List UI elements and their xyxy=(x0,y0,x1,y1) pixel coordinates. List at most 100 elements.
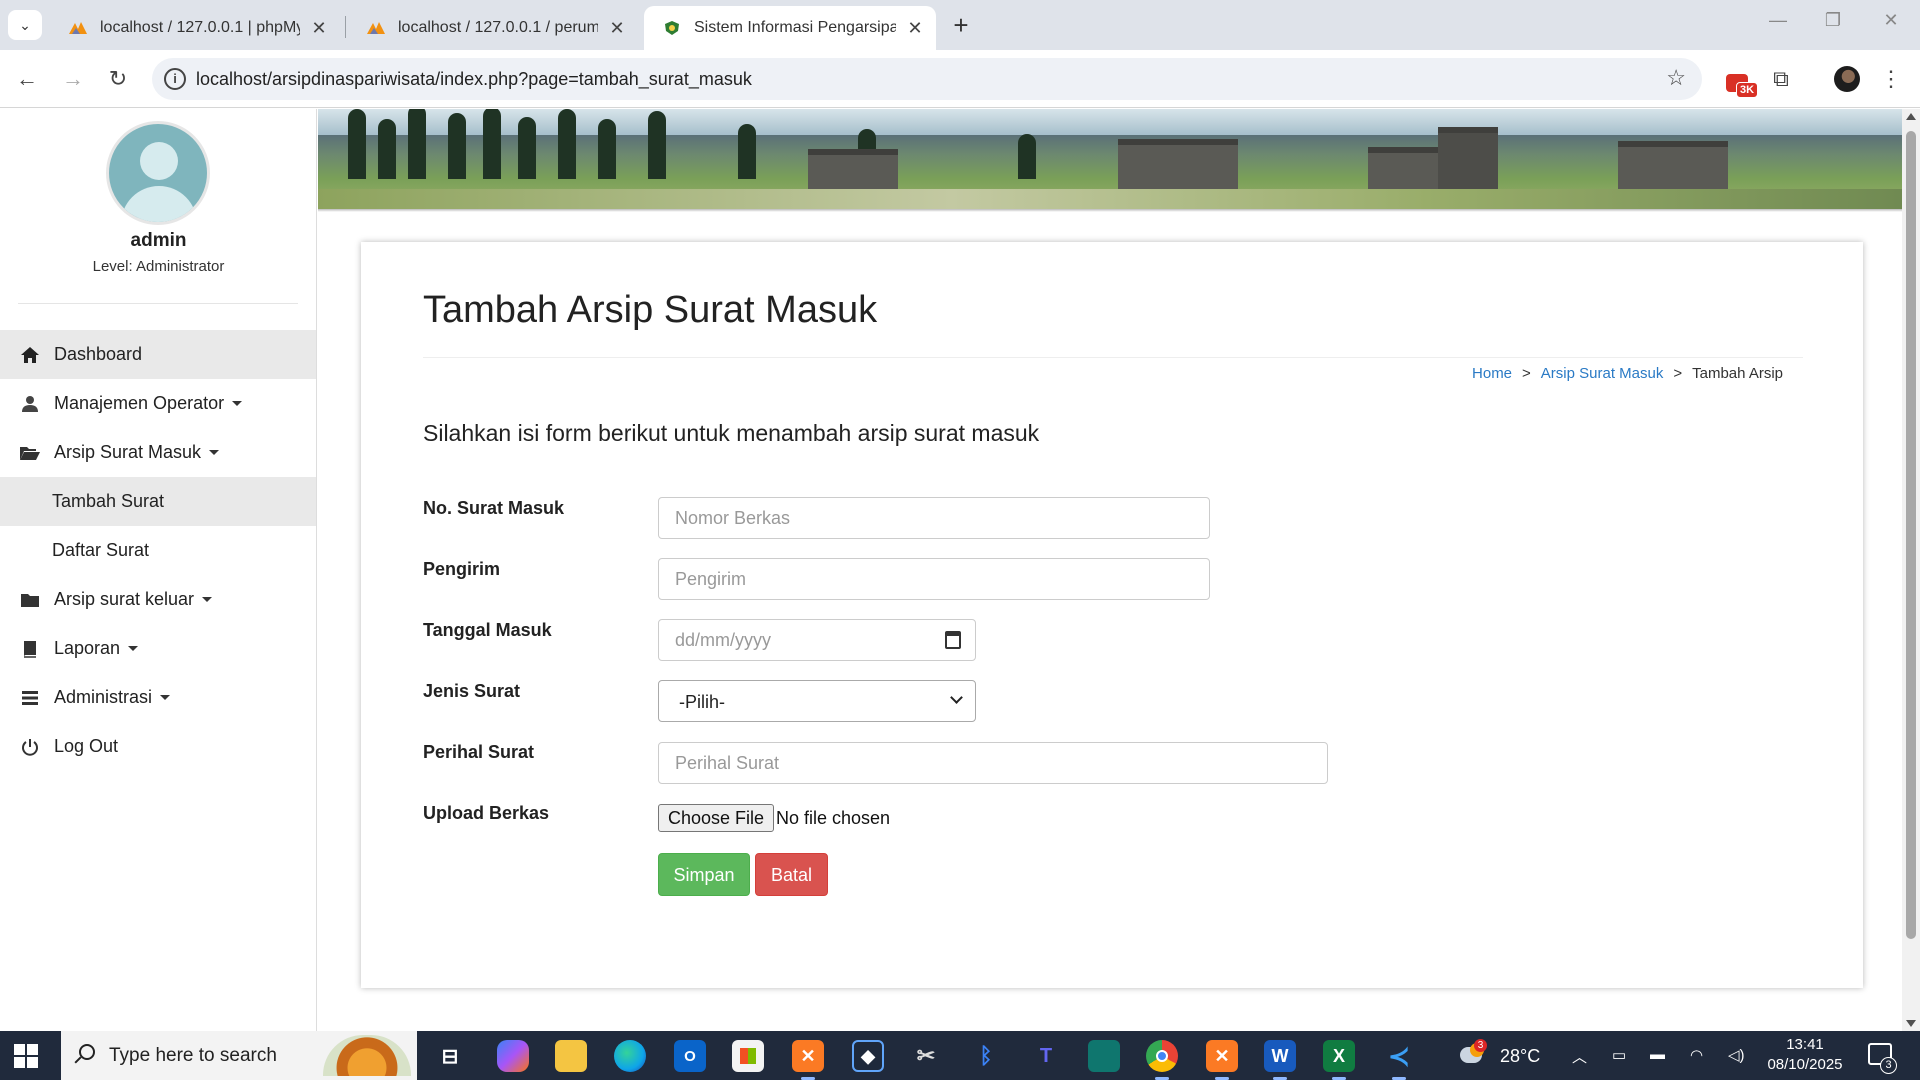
power-icon xyxy=(18,737,42,757)
store-icon[interactable] xyxy=(732,1040,764,1072)
site-emblem-icon xyxy=(665,21,679,35)
battery-icon[interactable]: ▬ xyxy=(1650,1046,1665,1063)
taskbar-clock[interactable]: 13:41 08/10/2025 xyxy=(1760,1035,1850,1075)
breadcrumb-arsip-link[interactable]: Arsip Surat Masuk xyxy=(1541,365,1664,382)
chevron-up-icon[interactable]: ︿ xyxy=(1572,1046,1587,1067)
user-icon xyxy=(18,394,42,414)
page-scrollbar[interactable] xyxy=(1902,109,1920,1031)
back-icon[interactable]: ← xyxy=(12,64,42,94)
notification-count: 3 xyxy=(1880,1057,1897,1074)
user-level: Level: Administrator xyxy=(92,258,225,275)
sidebar-item-manajemen-operator[interactable]: Manajemen Operator xyxy=(0,379,316,428)
address-bar[interactable]: i localhost/arsipdinaspariwisata/index.p… xyxy=(152,58,1702,100)
wifi-icon[interactable]: ◠ xyxy=(1690,1046,1703,1064)
app-icon[interactable] xyxy=(1088,1040,1120,1072)
cancel-button[interactable]: Batal xyxy=(755,853,828,896)
breadcrumb-home-link[interactable]: Home xyxy=(1472,365,1512,382)
caret-down-icon xyxy=(128,646,139,651)
file-explorer-icon[interactable] xyxy=(555,1040,587,1072)
close-window-icon[interactable]: ✕ xyxy=(1871,10,1911,31)
tab-sistem-informasi[interactable]: Sistem Informasi Pengarsipan Dinas Pariw… xyxy=(644,6,936,50)
caret-down-icon xyxy=(209,450,220,455)
choose-file-button[interactable]: Choose File xyxy=(658,804,775,832)
profile-avatar[interactable] xyxy=(1834,66,1860,92)
book-icon xyxy=(18,639,42,659)
caret-down-icon xyxy=(232,401,243,406)
git-icon[interactable]: ◆ xyxy=(852,1040,884,1072)
sidebar-item-administrasi[interactable]: Administrasi xyxy=(0,673,316,722)
breadcrumb-separator: > xyxy=(1522,365,1531,382)
divider xyxy=(18,303,298,304)
sidebar-item-arsip-surat-masuk[interactable]: Arsip Surat Masuk xyxy=(0,428,316,477)
tab-search-button[interactable]: ⌄ xyxy=(8,10,42,40)
scroll-down-icon[interactable] xyxy=(1906,1020,1916,1027)
url-text[interactable]: localhost/arsipdinaspariwisata/index.php… xyxy=(196,69,752,90)
taskbar-search[interactable]: Type here to search xyxy=(61,1031,417,1080)
tab-phpmyadmin[interactable]: localhost / 127.0.0.1 | phpMyAdmin ✕ xyxy=(50,6,340,50)
task-view-icon[interactable]: ⊟ xyxy=(434,1040,466,1072)
chrome-icon[interactable] xyxy=(1146,1040,1178,1080)
minimize-icon[interactable]: — xyxy=(1758,10,1798,31)
camera-icon[interactable]: ▭ xyxy=(1612,1046,1626,1064)
divider xyxy=(423,357,1803,358)
perihal-surat-input[interactable] xyxy=(658,742,1328,784)
sidebar-item-laporan[interactable]: Laporan xyxy=(0,624,316,673)
xampp-control-icon[interactable]: ✕ xyxy=(1206,1040,1238,1080)
tab-perumnas[interactable]: localhost / 127.0.0.1 / perumnas ✕ xyxy=(348,6,638,50)
weather-temperature[interactable]: 28°C xyxy=(1500,1046,1540,1067)
no-surat-input[interactable] xyxy=(658,497,1210,539)
sidebar-item-daftar-surat[interactable]: Daftar Surat xyxy=(0,526,316,575)
outlook-icon[interactable]: O xyxy=(674,1040,706,1072)
sidebar-item-tambah-surat[interactable]: Tambah Surat xyxy=(0,477,316,526)
bluetooth-icon[interactable]: ᛒ xyxy=(970,1040,1002,1072)
close-icon[interactable]: ✕ xyxy=(310,18,328,39)
sidebar-item-dashboard[interactable]: Dashboard xyxy=(0,330,316,379)
browser-tabbar: ⌄ localhost / 127.0.0.1 | phpMyAdmin ✕ l… xyxy=(0,0,1920,50)
weather-icon[interactable]: 3 xyxy=(1458,1039,1488,1071)
extensions-icon[interactable]: ⧉ xyxy=(1766,64,1796,94)
perihal-surat-label: Perihal Surat xyxy=(423,742,535,762)
content-card: Tambah Arsip Surat Masuk Home > Arsip Su… xyxy=(361,242,1863,988)
pengirim-input[interactable] xyxy=(658,558,1210,600)
file-status: No file chosen xyxy=(776,808,891,828)
scrollbar-thumb[interactable] xyxy=(1906,131,1916,939)
save-button[interactable]: Simpan xyxy=(658,853,750,896)
word-icon[interactable]: W xyxy=(1264,1040,1296,1080)
no-surat-label: No. Surat Masuk xyxy=(423,498,565,518)
snipping-tool-icon[interactable]: ✂ xyxy=(910,1040,942,1072)
extension-badge-icon[interactable]: 3K xyxy=(1724,72,1759,100)
teams-icon[interactable]: T xyxy=(1030,1040,1062,1072)
reload-icon[interactable]: ↻ xyxy=(103,64,133,94)
caret-down-icon xyxy=(160,695,171,700)
calendar-icon[interactable] xyxy=(945,631,961,649)
home-icon xyxy=(18,345,42,365)
jenis-surat-select[interactable]: -Pilih- xyxy=(658,680,976,722)
restore-icon[interactable]: ❐ xyxy=(1813,10,1853,31)
form-instruction: Silahkan isi form berikut untuk menambah… xyxy=(423,420,1040,446)
browser-toolbar: ← → ↻ i localhost/arsipdinaspariwisata/i… xyxy=(0,50,1920,108)
close-icon[interactable]: ✕ xyxy=(906,18,924,39)
phpmyadmin-icon xyxy=(367,22,385,34)
search-highlight-image xyxy=(323,1035,411,1076)
menu-dots-icon[interactable]: ⋮ xyxy=(1876,64,1906,94)
excel-icon[interactable]: X xyxy=(1323,1040,1355,1080)
close-icon[interactable]: ✕ xyxy=(608,18,626,39)
volume-icon[interactable]: ◁) xyxy=(1728,1046,1745,1064)
breadcrumb-current: Tambah Arsip xyxy=(1692,365,1783,382)
tab-separator xyxy=(345,16,346,38)
copilot-icon[interactable] xyxy=(497,1040,529,1072)
new-tab-button[interactable]: + xyxy=(948,12,974,38)
vscode-icon[interactable]: ≺ xyxy=(1383,1040,1415,1080)
tanggal-masuk-input[interactable]: dd/mm/yyyy xyxy=(658,619,976,661)
scroll-up-icon[interactable] xyxy=(1906,113,1916,120)
edge-icon[interactable] xyxy=(614,1040,646,1072)
bookmark-star-icon[interactable]: ☆ xyxy=(1666,65,1686,91)
sidebar-item-arsip-surat-keluar[interactable]: Arsip surat keluar xyxy=(0,575,316,624)
xampp-icon[interactable]: ✕ xyxy=(792,1040,824,1080)
upload-berkas-label: Upload Berkas xyxy=(423,803,550,823)
sidebar-item-log-out[interactable]: Log Out xyxy=(0,722,316,771)
page-title: Tambah Arsip Surat Masuk xyxy=(423,289,878,331)
forward-icon[interactable]: → xyxy=(58,64,88,94)
site-info-icon[interactable]: i xyxy=(164,68,186,90)
windows-start-icon[interactable] xyxy=(14,1044,38,1068)
